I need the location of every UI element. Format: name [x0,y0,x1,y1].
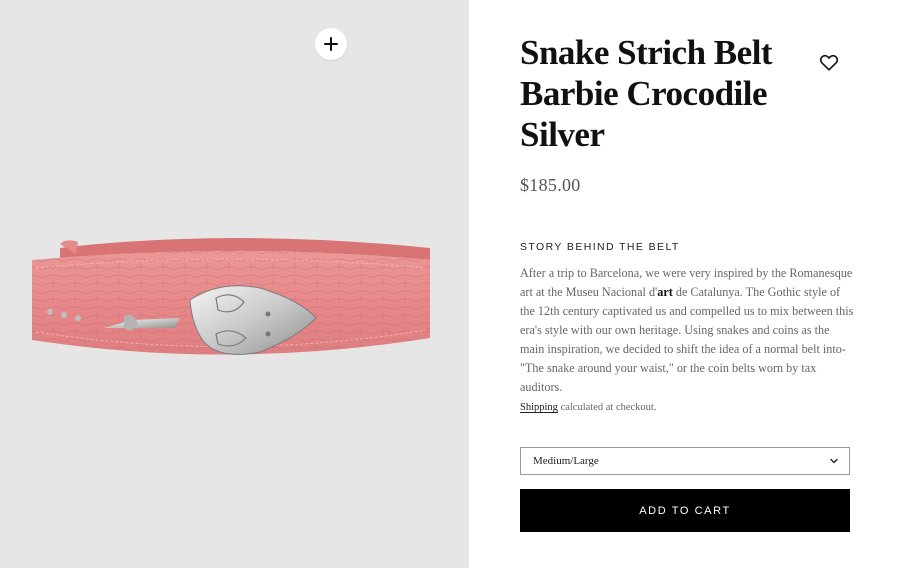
product-gallery [0,0,469,568]
add-to-cart-button[interactable]: ADD TO CART [520,489,850,532]
product-info: Snake Strich Belt Barbie Crocodile Silve… [469,0,900,568]
shipping-suffix: calculated at checkout. [557,402,657,413]
shipping-link[interactable]: Shipping [520,402,558,413]
product-price: $185.00 [520,175,581,195]
story-description: After a trip to Barcelona, we were very … [520,264,855,397]
story-text-emphasis: art [657,285,673,299]
shipping-note: Shipping calculated at checkout. [520,402,656,413]
heart-icon [819,54,839,71]
plus-icon [324,37,338,51]
story-text-part: de Catalunya. The Gothic style of the 12… [520,285,854,394]
story-heading: STORY BEHIND THE BELT [520,241,680,253]
wishlist-button[interactable] [818,51,840,73]
product-image[interactable] [20,230,440,380]
product-title: Snake Strich Belt Barbie Crocodile Silve… [520,33,773,154]
chevron-down-icon [830,458,838,464]
size-select[interactable]: Medium/Large [520,447,850,475]
size-select-value: Medium/Large [533,455,599,467]
zoom-button[interactable] [315,28,347,60]
